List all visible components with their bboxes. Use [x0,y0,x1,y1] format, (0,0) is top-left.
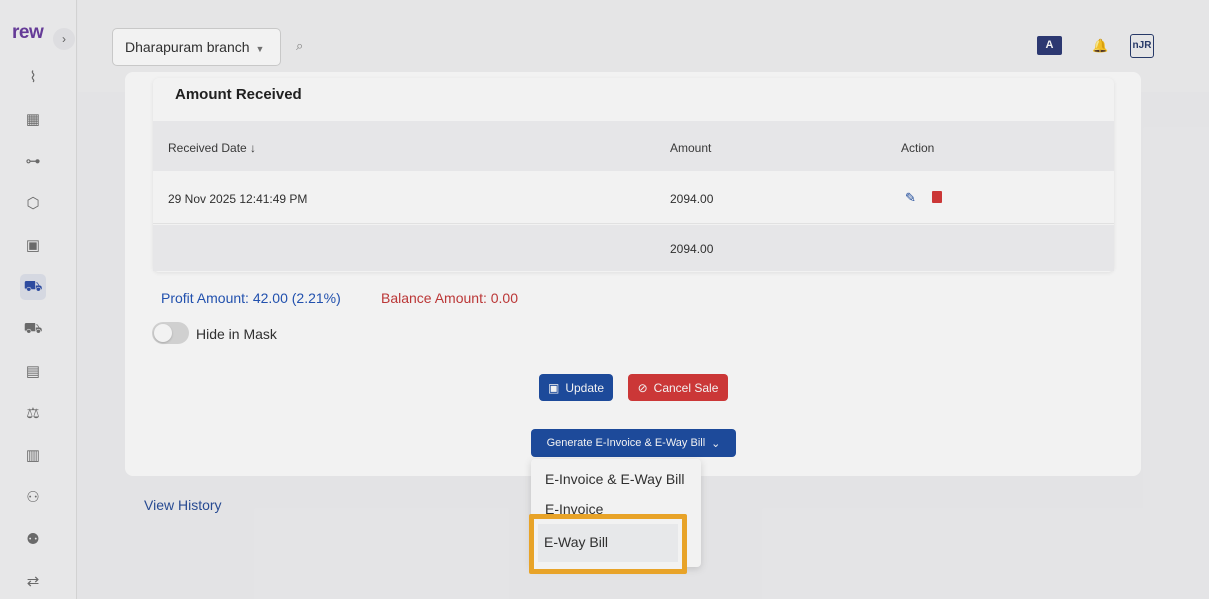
cart-add-icon[interactable]: ⛟ [20,316,46,342]
sidebar: rew › ⌇ ▦ ⊶ ⬡ ▣ ⛟ ⛟ ▤ ⚖ ▥ ⚇ ⚉ ⇄ [0,0,77,599]
branch-select[interactable]: Dharapuram branch ▼ [112,28,281,66]
scale-icon[interactable]: ⚖ [20,400,46,426]
section-title: Amount Received [175,86,302,103]
sidebar-collapse-button[interactable]: › [53,28,75,50]
received-date-cell: 29 Nov 2025 12:41:49 PM [168,192,308,206]
users-icon[interactable]: ⚉ [20,526,46,552]
chevron-down-icon: ▼ [255,44,265,54]
update-button-label: Update [565,380,605,395]
app-logo: rew [12,22,44,43]
save-icon: ▣ [547,380,560,395]
menu-item-einvoice-eway[interactable]: E-Invoice & E-Way Bill [545,471,685,487]
column-header-received-date[interactable]: Received Date ↓ [168,141,256,155]
analytics-icon[interactable]: ⌇ [20,64,46,90]
total-amount-cell: 2094.00 [670,242,714,256]
avatar[interactable]: nJR [1130,34,1154,58]
profit-amount: Profit Amount: 42.00 (2.21%) [161,290,341,306]
user-edit-icon[interactable]: ⚇ [20,484,46,510]
hide-in-mask-label: Hide in Mask [196,326,277,342]
cancel-sale-button-label: Cancel Sale [653,380,719,395]
box-icon[interactable]: ⬡ [20,190,46,216]
store-icon[interactable]: ▦ [20,106,46,132]
hierarchy-icon[interactable]: ⊶ [20,148,46,174]
edit-icon[interactable]: ✎ [905,190,916,206]
table-header [153,121,1114,171]
menu-item-eway-bill[interactable]: E-Way Bill [544,534,608,550]
generate-button-label: Generate E-Invoice & E-Way Bill [546,437,706,449]
generate-einvoice-eway-button[interactable]: Generate E-Invoice & E-Way Bill ⌄ [531,429,736,457]
cancel-sale-button[interactable]: ⊘ Cancel Sale [628,374,728,401]
transfer-icon[interactable]: ⇄ [20,568,46,594]
view-history-link[interactable]: View History [144,497,222,513]
highlight-eway-bill: E-Way Bill [529,514,687,574]
balance-amount: Balance Amount: 0.00 [381,290,518,306]
delete-icon[interactable] [932,191,942,203]
table-total-row [153,225,1114,271]
amount-cell: 2094.00 [670,192,714,206]
document-stack-icon[interactable]: ▤ [20,358,46,384]
toggle-knob [154,324,172,342]
cart-icon[interactable]: ⛟ [20,274,46,300]
branch-label: Dharapuram branch [125,39,250,55]
cancel-icon: ⊘ [637,380,648,395]
language-flag-icon[interactable]: A [1037,36,1062,55]
bell-icon[interactable]: 🔔 [1092,38,1108,54]
list-icon[interactable]: ▥ [20,442,46,468]
hide-in-mask-toggle[interactable] [152,322,189,344]
column-header-action: Action [901,141,935,155]
chevron-down-icon: ⌄ [711,437,721,450]
bag-icon[interactable]: ▣ [20,232,46,258]
update-button[interactable]: ▣ Update [539,374,613,401]
search-icon[interactable]: ⌕ [296,38,303,54]
column-header-amount: Amount [670,141,712,155]
